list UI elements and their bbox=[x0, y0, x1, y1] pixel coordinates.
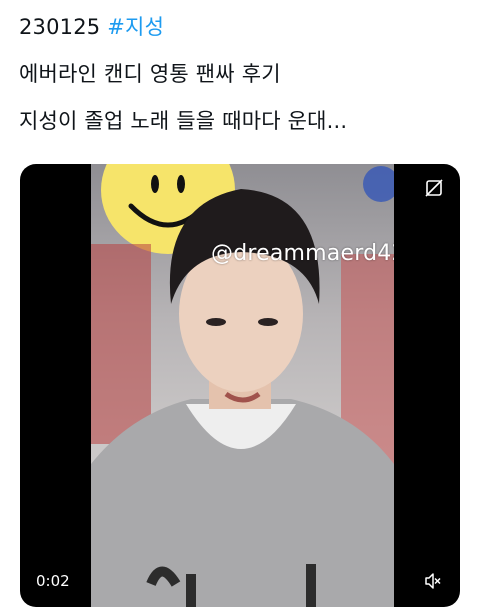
autoplay-off-icon[interactable] bbox=[425, 179, 443, 197]
tweet-date: 230125 bbox=[19, 15, 101, 39]
tweet-line-3: 지성이 졸업 노래 들을 때마다 운대... bbox=[19, 109, 348, 133]
video-timestamp: 0:02 bbox=[30, 570, 76, 592]
video-player[interactable]: @dreammaerd423 0:02 bbox=[20, 164, 460, 607]
mute-icon[interactable] bbox=[424, 572, 442, 590]
video-watermark: @dreammaerd423 bbox=[211, 241, 394, 266]
tweet-line-date: 230125 #지성 bbox=[19, 14, 469, 40]
video-frame[interactable]: @dreammaerd423 bbox=[91, 164, 394, 607]
hashtag-link[interactable]: #지성 bbox=[107, 15, 164, 39]
video-subject bbox=[91, 166, 394, 607]
tweet-text: 230125 #지성 에버라인 캔디 영통 팬싸 후기 지성이 졸업 노래 들을… bbox=[19, 14, 469, 134]
tweet-line-2: 에버라인 캔디 영통 팬싸 후기 bbox=[19, 62, 281, 86]
